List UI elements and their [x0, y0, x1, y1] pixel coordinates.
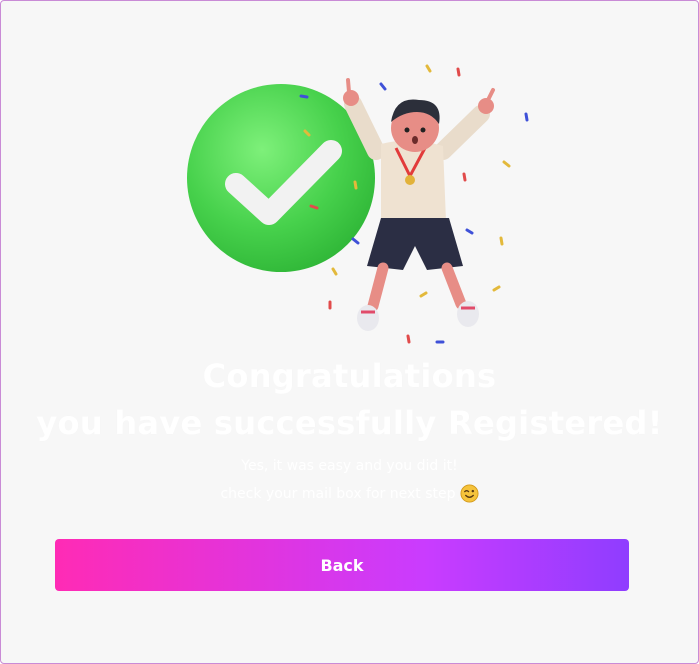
success-check-icon [187, 64, 529, 344]
success-message-text: check your mail box for next step [220, 486, 456, 502]
success-message-line-2: check your mail box for next step [1, 484, 698, 503]
back-button[interactable]: Back [55, 539, 629, 591]
success-subtitle: you have successfully Registered! [36, 404, 663, 442]
success-card: Congratulations you have successfully Re… [0, 0, 699, 664]
celebration-illustration [181, 56, 541, 356]
wink-emoji-icon [459, 484, 479, 503]
success-message-line-1: Yes, it was easy and you did it! [241, 458, 458, 474]
success-title: Congratulations [202, 357, 497, 395]
